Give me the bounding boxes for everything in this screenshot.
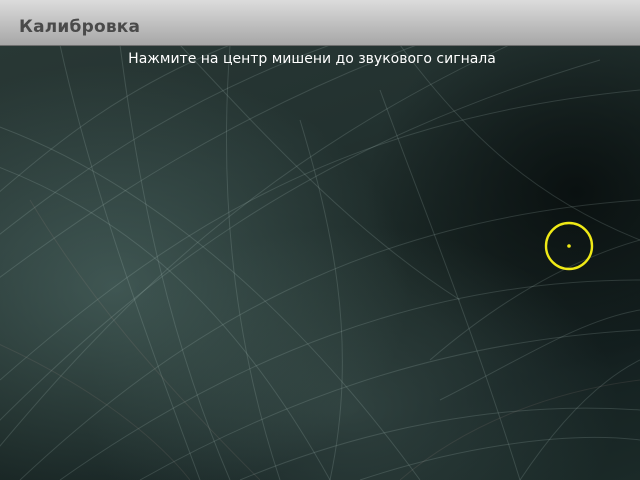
- target-center-dot[interactable]: [567, 244, 571, 248]
- title-bar: Калибровка: [0, 0, 640, 46]
- calibration-instruction: Нажмите на центр мишени до звукового сиг…: [128, 51, 496, 67]
- calibration-screen[interactable]: Калибровка Нажмите на центр мишени до зв…: [0, 0, 640, 480]
- window-title: Калибровка: [19, 17, 141, 37]
- calibration-target-icon[interactable]: [544, 221, 594, 271]
